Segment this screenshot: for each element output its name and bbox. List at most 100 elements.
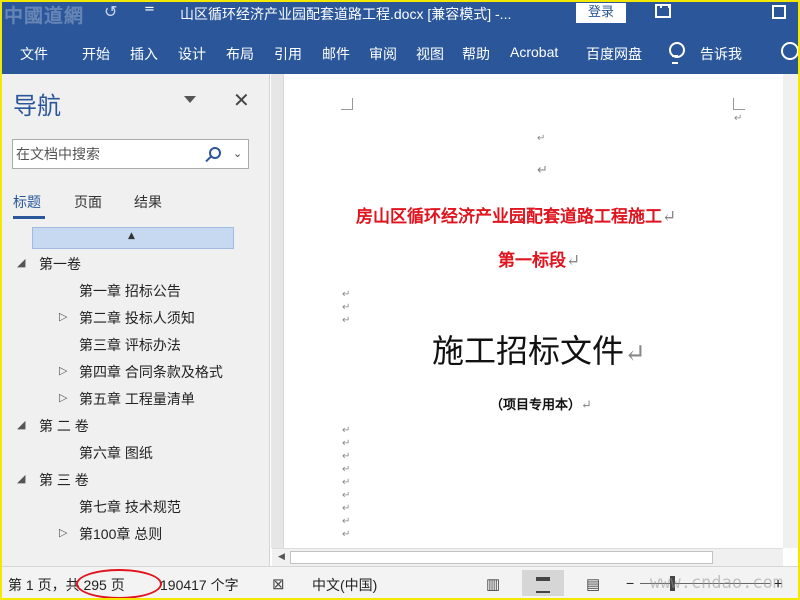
tab-insert[interactable]: 插入 <box>130 44 158 64</box>
tab-view[interactable]: 视图 <box>416 44 444 64</box>
quick-access-customize-button[interactable]: = <box>144 2 155 17</box>
paragraph-mark: ↵ <box>624 339 646 369</box>
tab-references[interactable]: 引用 <box>274 44 302 64</box>
tell-me-box[interactable]: 告诉我 <box>700 44 742 64</box>
paragraph-mark: ↵ <box>342 425 351 436</box>
paragraph-mark: ↵ <box>537 163 548 178</box>
paragraph-mark: ↵ <box>342 438 351 449</box>
scroll-left-icon[interactable]: ◀ <box>278 552 285 562</box>
paragraph-mark: ↵ <box>342 451 351 462</box>
zoom-in-button[interactable]: + <box>774 575 782 591</box>
collapsed-triangle-icon[interactable]: ▷ <box>59 526 67 539</box>
scrollbar-thumb[interactable] <box>290 551 713 564</box>
expanded-triangle-icon[interactable]: ◢ <box>17 472 25 485</box>
tab-acrobat[interactable]: Acrobat <box>510 44 558 60</box>
user-icon[interactable] <box>781 42 799 60</box>
heading-item[interactable]: 第 二 卷 <box>39 416 89 436</box>
search-icon[interactable] <box>209 147 221 159</box>
document-title-line2: 第一标段↵ <box>498 246 580 271</box>
document-title-line1: 房山区循环经济产业园配套道路工程施工↵ <box>356 202 676 227</box>
collapsed-triangle-icon[interactable]: ▷ <box>59 310 67 323</box>
tab-home[interactable]: 开始 <box>82 44 110 64</box>
login-button[interactable]: 登录 <box>576 3 626 23</box>
watermark-url: www.cndao.com <box>650 573 784 593</box>
paragraph-mark: ↵ <box>342 529 351 540</box>
title-line1-text: 房山区循环经济产业园配套道路工程施工 <box>356 207 662 227</box>
ribbon-display-options-icon[interactable] <box>655 4 671 18</box>
heading-item[interactable]: 第七章 技术规范 <box>79 497 181 517</box>
expanded-triangle-icon[interactable]: ◢ <box>17 256 25 269</box>
navigation-pane: 导航 ✕ ⌄ 标题 页面 结果 ▲ ◢ 第一卷 第一章 招标公告 ▷ 第二章 投… <box>0 74 270 566</box>
scroll-up-bar[interactable]: ▲ <box>32 227 234 249</box>
vertical-scrollbar[interactable] <box>783 74 800 548</box>
paragraph-mark: ↵ <box>581 398 592 413</box>
tab-help[interactable]: 帮助 <box>462 44 490 64</box>
heading-item[interactable]: 第100章 总则 <box>79 524 162 544</box>
heading-item[interactable]: 第一卷 <box>39 254 81 274</box>
heading-item[interactable]: 第四章 合同条款及格式 <box>79 362 223 382</box>
nav-pane-title: 导航 <box>13 93 61 120</box>
expanded-triangle-icon[interactable]: ◢ <box>17 418 25 431</box>
paragraph-mark: ↵ <box>342 464 351 475</box>
highlight-ellipse <box>76 569 162 599</box>
main-title-text: 施工招标文件 <box>432 332 625 370</box>
document-main-title: 施工招标文件↵ <box>432 326 646 372</box>
tab-headings[interactable]: 标题 <box>13 192 41 212</box>
tab-review[interactable]: 审阅 <box>369 44 397 64</box>
read-mode-icon[interactable]: ▥ <box>486 575 500 593</box>
paragraph-mark: ↵ <box>342 477 351 488</box>
heading-item[interactable]: 第六章 图纸 <box>79 443 153 463</box>
tab-mailings[interactable]: 邮件 <box>322 44 350 64</box>
tab-file[interactable]: 文件 <box>20 44 48 64</box>
tab-design[interactable]: 设计 <box>178 44 206 64</box>
tab-layout[interactable]: 布局 <box>226 44 254 64</box>
crop-mark <box>733 98 745 110</box>
title-bar: 中國道網 ↺ = 山区循环经济产业园配套道路工程.docx [兼容模式] -..… <box>0 0 800 28</box>
paragraph-mark: ↵ <box>342 503 351 514</box>
document-subtitle: （项目专用本）↵ <box>490 394 592 413</box>
web-layout-icon[interactable]: ▤ <box>586 575 600 593</box>
heading-item[interactable]: 第五章 工程量清单 <box>79 389 195 409</box>
word-count[interactable]: 190417 个字 <box>160 575 239 595</box>
paragraph-mark: ↵ <box>566 251 581 271</box>
title-line2-text: 第一标段 <box>498 251 566 271</box>
nav-options-chevron-down-icon[interactable] <box>184 96 196 103</box>
paragraph-mark: ↵ <box>342 490 351 501</box>
close-icon[interactable]: ✕ <box>233 88 250 112</box>
heading-item[interactable]: 第 三 卷 <box>39 470 89 490</box>
active-tab-indicator <box>13 216 45 219</box>
paragraph-mark: ↵ <box>342 516 351 527</box>
document-page[interactable]: ↵ ↵ ↵ 房山区循环经济产业园配套道路工程施工↵ 第一标段↵ ↵ ↵ ↵ 施工… <box>283 74 800 548</box>
crop-mark <box>341 98 353 110</box>
proofing-icon[interactable]: ⊠ <box>272 575 285 593</box>
tab-baidu-netdisk[interactable]: 百度网盘 <box>586 44 642 64</box>
paragraph-mark: ↵ <box>342 315 351 326</box>
document-area: ↵ ↵ ↵ 房山区循环经济产业园配套道路工程施工↵ 第一标段↵ ↵ ↵ ↵ 施工… <box>271 74 800 548</box>
watermark-logo: 中國道網 <box>4 5 85 27</box>
paragraph-mark: ↵ <box>734 113 743 124</box>
horizontal-scrollbar[interactable]: ◀ <box>272 548 783 566</box>
collapsed-triangle-icon[interactable]: ▷ <box>59 391 67 404</box>
heading-item[interactable]: 第三章 评标办法 <box>79 335 181 355</box>
heading-item[interactable]: 第二章 投标人须知 <box>79 308 195 328</box>
arrow-up-icon: ▲ <box>128 231 135 241</box>
collapsed-triangle-icon[interactable]: ▷ <box>59 364 67 377</box>
search-box: ⌄ <box>12 139 249 169</box>
zoom-out-button[interactable]: − <box>626 575 634 591</box>
ribbon-tabs: 文件 开始 插入 设计 布局 引用 邮件 审阅 视图 帮助 Acrobat 百度… <box>0 28 800 74</box>
search-input[interactable] <box>16 145 201 163</box>
subtitle-text: （项目专用本） <box>490 398 582 413</box>
heading-item[interactable]: 第一章 招标公告 <box>79 281 181 301</box>
undo-icon[interactable]: ↺ <box>104 2 117 21</box>
paragraph-mark: ↵ <box>537 133 546 144</box>
tab-results[interactable]: 结果 <box>134 192 162 212</box>
lightbulb-icon[interactable] <box>668 42 685 64</box>
paragraph-mark: ↵ <box>342 289 351 300</box>
maximize-icon[interactable] <box>772 5 786 19</box>
language-indicator[interactable]: 中文(中国) <box>312 575 377 595</box>
paragraph-mark: ↵ <box>662 207 677 227</box>
print-layout-icon[interactable] <box>522 570 564 596</box>
window-title: 山区循环经济产业园配套道路工程.docx [兼容模式] -... <box>180 6 512 22</box>
chevron-down-icon[interactable]: ⌄ <box>233 147 242 160</box>
tab-pages[interactable]: 页面 <box>74 192 102 212</box>
